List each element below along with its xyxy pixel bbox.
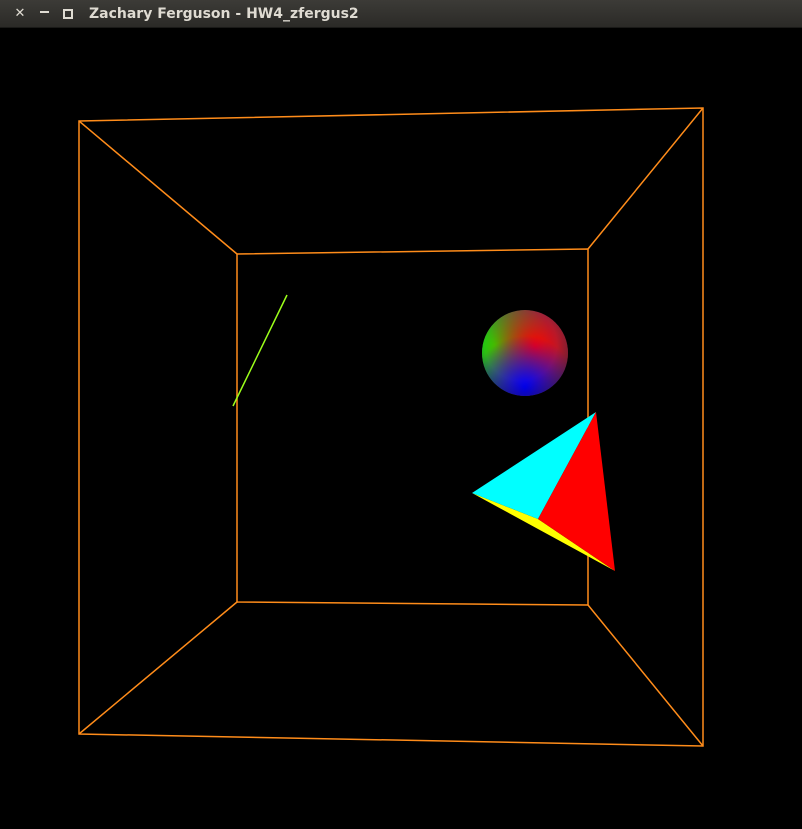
line-segment — [232, 294, 288, 407]
sphere — [482, 310, 568, 396]
close-button[interactable]: ✕ — [11, 5, 29, 23]
render-viewport[interactable] — [1, 28, 801, 828]
room-edge-bottom-right — [587, 604, 704, 747]
title-bar[interactable]: ✕ Zachary Ferguson - HW4_zfergus2 — [0, 0, 802, 28]
room-outer-frame — [78, 107, 704, 747]
room-edge-top-left — [78, 120, 238, 255]
maximize-button[interactable] — [59, 5, 77, 23]
maximize-icon[interactable] — [63, 9, 73, 19]
room-edge-top-right — [587, 107, 704, 250]
room-wireframe — [78, 107, 704, 747]
scene-canvas[interactable] — [1, 28, 801, 828]
tetrahedron — [472, 412, 615, 571]
app-window: ✕ Zachary Ferguson - HW4_zfergus2 — [0, 0, 802, 829]
minimize-icon[interactable] — [39, 11, 49, 13]
room-back-wall — [236, 248, 589, 606]
room-edge-bottom-left — [78, 601, 238, 735]
minimize-button[interactable] — [35, 5, 53, 23]
close-icon[interactable]: ✕ — [15, 6, 26, 21]
window-title: Zachary Ferguson - HW4_zfergus2 — [89, 6, 359, 22]
